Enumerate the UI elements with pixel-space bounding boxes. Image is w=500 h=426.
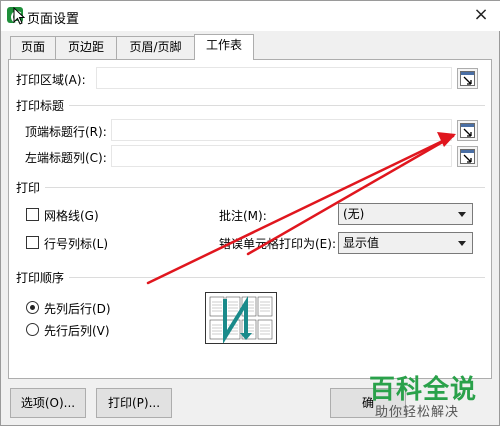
print-area-label: 打印区域(A):: [16, 73, 86, 87]
comments-label: 批注(M):: [219, 209, 267, 223]
watermark-logo: 百科全说 助你轻松解决: [369, 369, 491, 420]
range-select-icon: [460, 71, 475, 86]
cell-errors-value: 显示值: [343, 236, 380, 250]
over-then-down-label: 先行后列(V): [44, 324, 110, 338]
range-select-icon: [460, 123, 475, 138]
watermark-subtitle: 助你轻松解决: [375, 405, 460, 420]
print-order-heading: 打印顺序: [16, 269, 69, 286]
print-heading: 打印: [16, 179, 45, 196]
close-button[interactable]: ×: [467, 3, 495, 27]
print-button[interactable]: 打印(P)...: [96, 388, 172, 418]
mouse-cursor-icon: [13, 7, 25, 25]
print-area-collapse-button[interactable]: [457, 68, 478, 89]
range-select-icon: [460, 149, 475, 164]
cell-errors-select[interactable]: 显示值: [338, 232, 473, 254]
comments-select[interactable]: (无): [338, 203, 473, 225]
comments-value: (无): [343, 207, 365, 221]
chevron-down-icon: [458, 241, 466, 246]
chevron-down-icon: [458, 212, 466, 217]
page-setup-dialog: 页面设置 × 页面 页边距 页眉/页脚 工作表 打印区域(A): 打印标题 顶端…: [0, 0, 500, 426]
top-rows-input[interactable]: [111, 119, 452, 141]
window-title: 页面设置: [27, 12, 80, 27]
page-order-diagram-icon: [209, 295, 273, 345]
tab-page[interactable]: 页面: [10, 36, 56, 59]
print-separator: [45, 187, 485, 188]
cell-errors-label: 错误单元格打印为(E):: [219, 237, 336, 251]
over-then-down-radio[interactable]: [26, 323, 39, 336]
print-titles-heading: 打印标题: [16, 97, 69, 114]
title-bar: 页面设置 ×: [1, 1, 500, 31]
row-col-headers-checkbox[interactable]: [26, 236, 39, 249]
tab-header-footer[interactable]: 页眉/页脚: [116, 36, 195, 59]
down-then-over-label: 先列后行(D): [44, 302, 111, 316]
left-cols-label: 左端标题列(C):: [25, 151, 107, 165]
left-cols-input[interactable]: [111, 145, 452, 167]
print-titles-separator: [69, 105, 485, 106]
print-area-input[interactable]: [96, 67, 452, 89]
gridlines-label: 网格线(G): [44, 209, 99, 223]
tab-margins[interactable]: 页边距: [55, 36, 117, 59]
tab-sheet[interactable]: 工作表: [194, 34, 254, 60]
print-order-preview: [205, 292, 277, 345]
top-rows-collapse-button[interactable]: [457, 120, 478, 141]
gridlines-checkbox[interactable]: [26, 208, 39, 221]
print-order-separator: [69, 277, 485, 278]
down-then-over-radio[interactable]: [26, 301, 39, 314]
options-button[interactable]: 选项(O)...: [10, 388, 86, 418]
row-col-headers-label: 行号列标(L): [44, 237, 109, 251]
top-rows-label: 顶端标题行(R):: [25, 125, 107, 139]
left-cols-collapse-button[interactable]: [457, 146, 478, 167]
